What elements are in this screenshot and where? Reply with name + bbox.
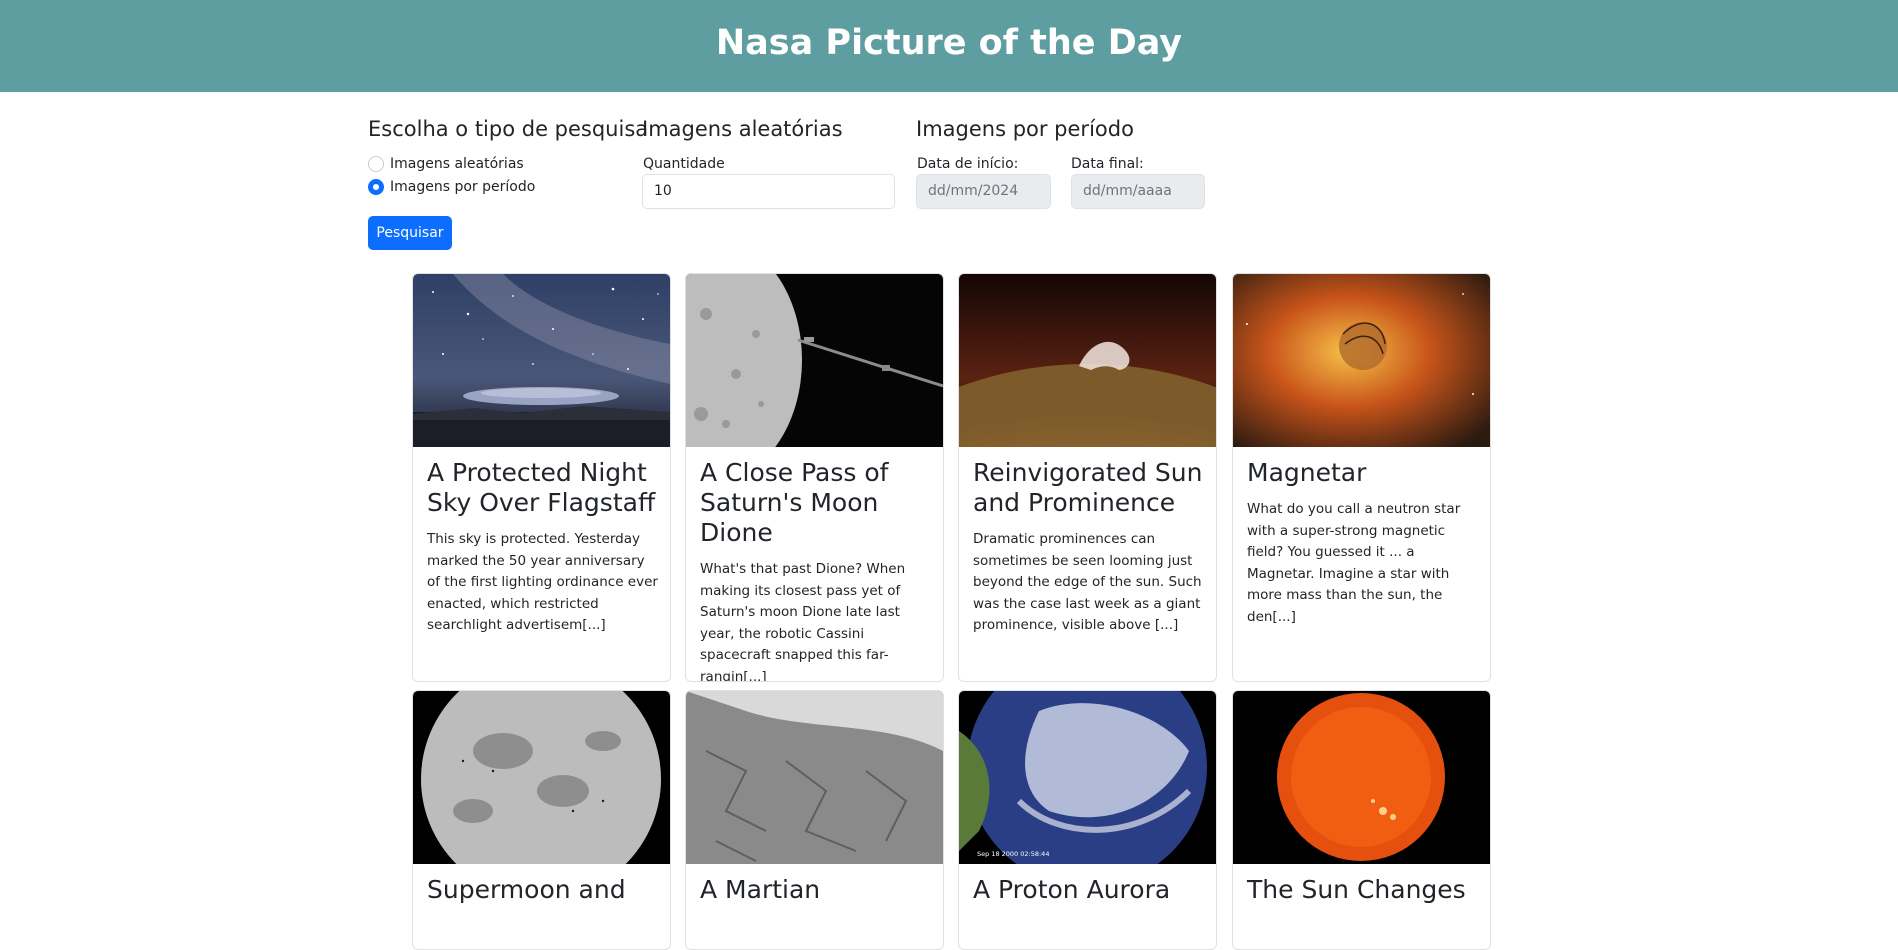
card-title: A Proton Aurora	[973, 875, 1171, 904]
apod-card[interactable]: The Sun Changes	[1232, 690, 1491, 950]
end-date-input[interactable]: dd/mm/aaaa	[1071, 174, 1205, 209]
card-image[interactable]	[413, 274, 670, 447]
radio-random-images-label[interactable]: Imagens aleatórias	[390, 156, 524, 172]
card-title: Supermoon and	[427, 875, 626, 904]
apod-card[interactable]: Reinvigorated Sun and Prominence Dramati…	[958, 273, 1217, 682]
search-button[interactable]: Pesquisar	[368, 216, 452, 250]
quantity-input[interactable]: 10	[642, 174, 895, 209]
page-title: Nasa Picture of the Day	[715, 23, 1183, 63]
card-title: Reinvigorated Sun and Prominence	[973, 458, 1203, 517]
card-text: What's that past Dione? When making its …	[700, 561, 906, 682]
radio-random-images-control[interactable]	[368, 156, 384, 172]
radio-period-images-label[interactable]: Imagens por período	[390, 179, 535, 195]
card-text: This sky is protected. Yesterday marked …	[427, 531, 658, 633]
card-image[interactable]	[1233, 274, 1490, 447]
card-image[interactable]	[959, 274, 1216, 447]
card-title: The Sun Changes	[1247, 875, 1466, 904]
radio-period-images[interactable]: Imagens por período	[368, 178, 535, 196]
card-text: What do you call a neutron star with a s…	[1247, 501, 1461, 625]
image-timestamp: Sep 18 2000 02:58:44	[977, 850, 1049, 858]
apod-card[interactable]: A Protected Night Sky Over Flagstaff Thi…	[412, 273, 671, 682]
card-title: Magnetar	[1247, 458, 1367, 487]
start-date-input[interactable]: dd/mm/2024	[916, 174, 1051, 209]
card-title: A Protected Night Sky Over Flagstaff	[427, 458, 656, 517]
card-image[interactable]	[686, 691, 943, 864]
card-image[interactable]: Sep 18 2000 02:58:44	[959, 691, 1216, 864]
random-images-heading: Imagens aleatórias	[642, 117, 843, 141]
search-type-heading: Escolha o tipo de pesquisa	[368, 117, 649, 141]
card-title: A Close Pass of Saturn's Moon Dione	[700, 458, 889, 547]
start-date-label: Data de início:	[917, 156, 1019, 172]
apod-card[interactable]: A Close Pass of Saturn's Moon Dione What…	[685, 273, 944, 682]
apod-card[interactable]: Sep 18 2000 02:58:44 A Proton Aurora	[958, 690, 1217, 950]
card-image[interactable]	[1233, 691, 1490, 864]
end-date-label: Data final:	[1071, 156, 1144, 172]
apod-card[interactable]: A Martian	[685, 690, 944, 950]
quantity-label: Quantidade	[643, 156, 725, 172]
radio-period-images-control[interactable]	[368, 179, 384, 195]
card-image[interactable]	[413, 691, 670, 864]
radio-random-images[interactable]: Imagens aleatórias	[368, 155, 524, 173]
card-title: A Martian	[700, 875, 821, 904]
period-images-heading: Imagens por período	[916, 117, 1134, 141]
card-image[interactable]	[686, 274, 943, 447]
card-text: Dramatic prominences can sometimes be se…	[973, 531, 1202, 633]
apod-card[interactable]: Magnetar What do you call a neutron star…	[1232, 273, 1491, 682]
apod-card[interactable]: Supermoon and	[412, 690, 671, 950]
app-header: Nasa Picture of the Day	[0, 0, 1898, 92]
